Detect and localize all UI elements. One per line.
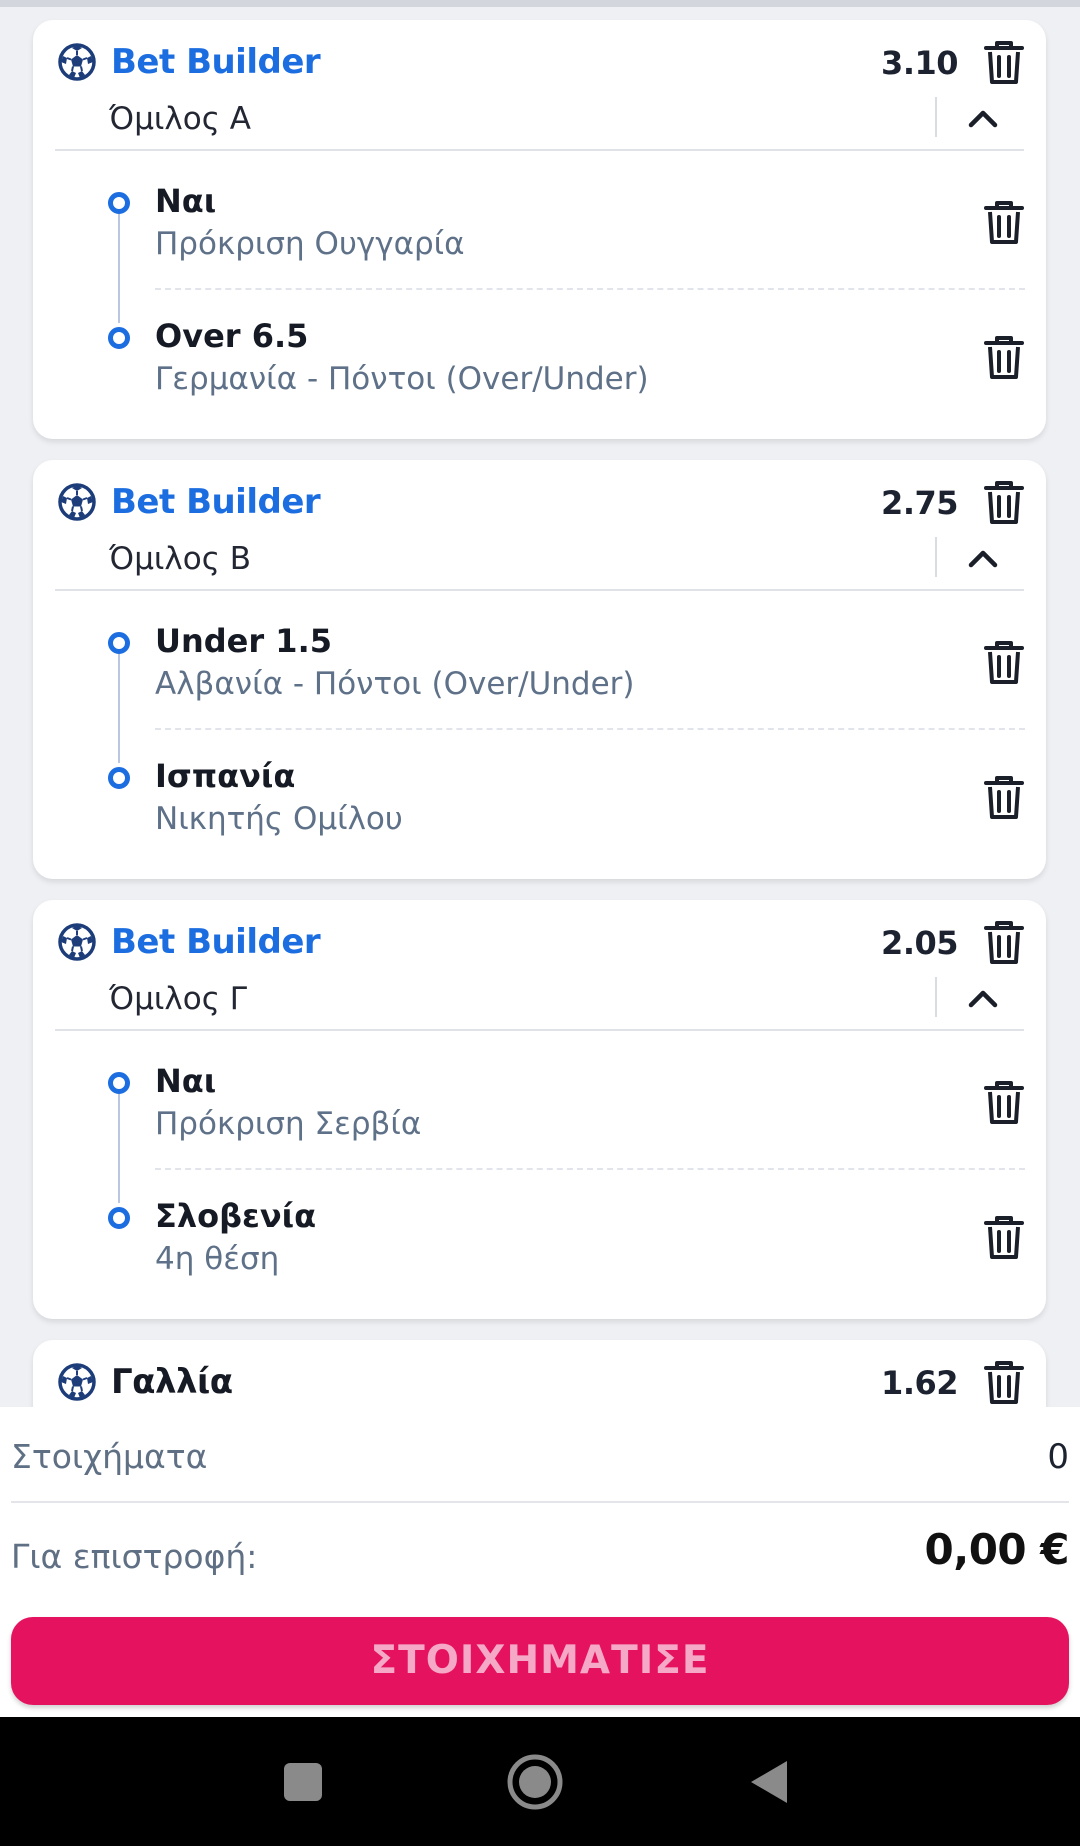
soccer-ball-icon	[57, 42, 97, 82]
return-label: Για επιστροφή:	[11, 1537, 258, 1576]
selection-market: 4η θέση	[155, 1241, 280, 1277]
trash-icon[interactable]	[982, 198, 1026, 246]
trash-icon[interactable]	[982, 918, 1026, 966]
place-bet-button[interactable]: ΣΤΟΙΧΗΜΑΤΙΣΕ	[11, 1617, 1069, 1705]
divider	[55, 589, 1024, 591]
selection-pick: Over 6.5	[155, 317, 309, 355]
divider	[55, 1029, 1024, 1031]
selection-market: Πρόκριση Ουγγαρία	[155, 226, 465, 262]
selection-market: Αλβανία - Πόντοι (Over/Under)	[155, 666, 635, 702]
betslip-list[interactable]: Bet Builder 3.10 Όμιλος Α Ναι Πρόκριση Ο…	[0, 7, 1080, 1407]
divider	[55, 149, 1024, 151]
selection-pick: Ισπανία	[155, 757, 296, 795]
group-name: Όμιλος Α	[109, 101, 251, 137]
selection-item: Ισπανία Νικητής Ομίλου	[33, 751, 1046, 861]
trash-icon[interactable]	[982, 1213, 1026, 1261]
selection-dot	[108, 632, 130, 654]
trash-icon[interactable]	[982, 478, 1026, 526]
chevron-up-icon[interactable]	[963, 103, 1003, 133]
recents-button[interactable]	[270, 1749, 336, 1815]
return-amount: 0,00 €	[924, 1525, 1070, 1574]
card-odds: 3.10	[881, 44, 958, 82]
card-header: Bet Builder 2.05	[33, 900, 1046, 973]
card-title: Bet Builder	[111, 482, 321, 522]
group-name: Όμιλος Γ	[109, 981, 248, 1017]
bets-label: Στοιχήματα	[11, 1437, 208, 1476]
selection-market: Νικητής Ομίλου	[155, 801, 403, 837]
group-row: Όμιλος Α	[33, 93, 1046, 153]
selection-item: Ναι Πρόκριση Σερβία	[33, 1056, 1046, 1166]
betslip-footer: Στοιχήματα 0 Για επιστροφή: 0,00 € ΣΤΟΙΧ…	[0, 1407, 1080, 1717]
bet-builder-card: Bet Builder 3.10 Όμιλος Α Ναι Πρόκριση Ο…	[33, 20, 1046, 439]
bet-builder-card: Bet Builder 2.05 Όμιλος Γ Ναι Πρόκριση Σ…	[33, 900, 1046, 1319]
trash-icon[interactable]	[982, 333, 1026, 381]
separator	[935, 97, 937, 137]
soccer-ball-icon	[57, 1362, 97, 1402]
card-title: Bet Builder	[111, 922, 321, 962]
trash-icon[interactable]	[982, 773, 1026, 821]
chevron-up-icon[interactable]	[963, 983, 1003, 1013]
selection-pick: Under 1.5	[155, 622, 332, 660]
selection-dot	[108, 1072, 130, 1094]
system-navbar	[0, 1717, 1080, 1846]
selection-item: Over 6.5 Γερμανία - Πόντοι (Over/Under)	[33, 311, 1046, 421]
dashed-divider	[155, 728, 1025, 730]
group-row: Όμιλος Γ	[33, 973, 1046, 1033]
card-odds: 2.75	[881, 484, 958, 522]
selection-pick: Ναι	[155, 182, 217, 220]
trash-icon[interactable]	[982, 1078, 1026, 1126]
selection-dot	[108, 1207, 130, 1229]
selection-market: Πρόκριση Σερβία	[155, 1106, 422, 1142]
soccer-ball-icon	[57, 922, 97, 962]
card-odds: 1.62	[881, 1364, 958, 1402]
card-header: Bet Builder 3.10	[33, 20, 1046, 93]
dashed-divider	[155, 1168, 1025, 1170]
soccer-ball-icon	[57, 482, 97, 522]
card-header: Γαλλία 1.62	[33, 1340, 1046, 1407]
card-title: Γαλλία	[111, 1362, 233, 1402]
home-button[interactable]	[502, 1749, 568, 1815]
card-title: Bet Builder	[111, 42, 321, 82]
top-divider	[0, 0, 1080, 7]
selection-dot	[108, 327, 130, 349]
bets-count: 0	[1047, 1437, 1069, 1477]
selection-dot	[108, 192, 130, 214]
back-button[interactable]	[737, 1749, 803, 1815]
separator	[935, 977, 937, 1017]
single-bet-card: Γαλλία 1.62	[33, 1340, 1046, 1407]
card-odds: 2.05	[881, 924, 958, 962]
separator	[935, 537, 937, 577]
selection-pick: Σλοβενία	[155, 1197, 317, 1235]
card-header: Bet Builder 2.75	[33, 460, 1046, 533]
selection-pick: Ναι	[155, 1062, 217, 1100]
selection-item: Under 1.5 Αλβανία - Πόντοι (Over/Under)	[33, 616, 1046, 726]
group-name: Όμιλος Β	[109, 541, 252, 577]
trash-icon[interactable]	[982, 38, 1026, 86]
divider	[11, 1501, 1069, 1503]
trash-icon[interactable]	[982, 1358, 1026, 1406]
selection-item: Ναι Πρόκριση Ουγγαρία	[33, 176, 1046, 286]
chevron-up-icon[interactable]	[963, 543, 1003, 573]
selection-dot	[108, 767, 130, 789]
bet-builder-card: Bet Builder 2.75 Όμιλος Β Under 1.5 Αλβα…	[33, 460, 1046, 879]
selection-market: Γερμανία - Πόντοι (Over/Under)	[155, 361, 649, 397]
selection-item: Σλοβενία 4η θέση	[33, 1191, 1046, 1301]
group-row: Όμιλος Β	[33, 533, 1046, 593]
dashed-divider	[155, 288, 1025, 290]
trash-icon[interactable]	[982, 638, 1026, 686]
